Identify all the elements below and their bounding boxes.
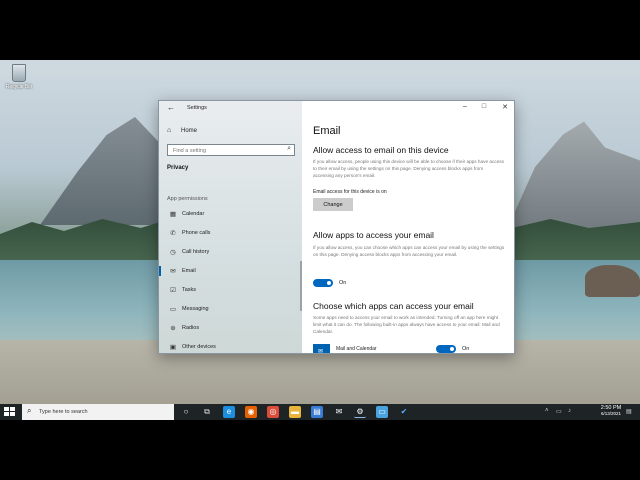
firefox-icon[interactable]: ◉ (245, 406, 257, 418)
device-access-status: Email access for this device is on (313, 189, 387, 195)
window-title: Settings (187, 105, 207, 111)
nav-item-label: Calendar (182, 211, 205, 217)
settings-content-pane: Email Allow access to email on this devi… (302, 101, 514, 353)
photos-icon[interactable]: ▭ (376, 406, 388, 418)
nav-item-other-devices[interactable]: ▣ Other devices (159, 338, 302, 353)
tasks-icon: ☑ (170, 287, 176, 294)
radio-icon: ⊛ (170, 325, 176, 332)
phone-icon: ✆ (170, 230, 176, 237)
cortana-icon[interactable]: ○ (180, 406, 192, 418)
nav-item-calendar[interactable]: ▦ Calendar (159, 205, 302, 223)
network-icon[interactable]: ▭ (556, 408, 562, 415)
nav-item-phone-calls[interactable]: ✆ Phone calls (159, 224, 302, 242)
minimize-icon[interactable]: – (455, 103, 475, 110)
start-button[interactable] (4, 407, 16, 417)
page-title: Email (313, 125, 341, 137)
search-icon: ⌕ (287, 145, 291, 152)
mail-calendar-toggle-label: On (462, 346, 470, 352)
nav-item-email[interactable]: ✉ Email (159, 262, 302, 280)
close-icon[interactable]: ✕ (495, 103, 514, 111)
section-heading-app-access: Allow apps to access your email (313, 230, 434, 240)
apps-access-toggle[interactable] (313, 279, 333, 287)
home-icon: ⌂ (167, 127, 172, 134)
recycle-bin-label: Recycle Bin (5, 84, 33, 90)
nav-item-label: Messaging (182, 306, 209, 312)
clock[interactable]: 2:50 PM 6/13/2021 (594, 405, 628, 416)
file-explorer-icon[interactable]: ▬ (289, 406, 301, 418)
apps-access-toggle-label: On (339, 280, 347, 286)
back-arrow-icon[interactable]: ← (167, 103, 175, 112)
mail-icon: ✉ (170, 268, 176, 275)
section-description-app-access: If you allow access, you can choose whic… (313, 245, 505, 257)
message-icon: ▭ (169, 306, 177, 313)
mail-calendar-app-icon: ✉ (313, 344, 330, 353)
nav-item-label: Tasks (182, 287, 197, 293)
store-icon[interactable]: ▤ (311, 406, 323, 418)
nav-item-label: Other devices (182, 344, 216, 350)
nav-item-radios[interactable]: ⊛ Radios (159, 319, 302, 337)
nav-item-tasks[interactable]: ☑ Tasks (159, 281, 302, 299)
nav-home-label: Home (181, 127, 198, 134)
maximize-icon[interactable]: □ (474, 103, 494, 110)
nav-item-label: Radios (182, 325, 200, 331)
taskbar: ⌕ Type here to search ○ ⧉ e ◉ ◎ ▬ ▤ ✉ ⚙ … (0, 404, 640, 420)
settings-search-input[interactable]: Find a setting ⌕ (167, 144, 295, 156)
nav-home[interactable]: ⌂ Home (167, 127, 197, 134)
nav-item-label: Call history (182, 249, 210, 255)
section-heading-device-access: Allow access to email on this device (313, 145, 449, 155)
recycle-bin-icon (12, 64, 26, 82)
nav-group-label: App permissions (167, 196, 208, 202)
app-name: Mail and Calendar (336, 346, 377, 352)
settings-nav-pane: ⌂ Home Find a setting ⌕ Privacy App perm… (159, 101, 302, 353)
nav-section-title: Privacy (167, 165, 189, 171)
section-heading-choose-apps: Choose which apps can access your email (313, 301, 474, 311)
clock-date: 6/13/2021 (600, 411, 622, 416)
windows-logo-icon (4, 407, 9, 411)
settings-gear-icon[interactable]: ⚙ (354, 406, 366, 418)
chrome-icon[interactable]: ◎ (267, 406, 279, 418)
chevron-up-icon[interactable]: ˄ (545, 408, 549, 414)
rock (585, 265, 640, 297)
task-view-icon[interactable]: ⧉ (201, 406, 213, 418)
devices-icon: ▣ (169, 344, 177, 351)
calendar-icon: ▦ (169, 211, 177, 218)
volume-icon[interactable]: ♪ (568, 408, 571, 414)
change-button[interactable]: Change (313, 198, 353, 211)
notification-icon[interactable]: ▤ (626, 408, 632, 415)
search-placeholder: Find a setting (173, 147, 207, 154)
nav-item-messaging[interactable]: ▭ Messaging (159, 300, 302, 318)
settings-window: ⌂ Home Find a setting ⌕ Privacy App perm… (158, 100, 515, 354)
nav-item-label: Email (182, 268, 196, 274)
nav-item-label: Phone calls (182, 230, 211, 236)
search-icon: ⌕ (27, 406, 32, 415)
mail-calendar-toggle[interactable] (436, 345, 456, 353)
taskbar-search-box[interactable]: ⌕ Type here to search (22, 404, 174, 420)
section-description-device-access: If you allow access, people using this d… (313, 159, 504, 178)
recycle-bin-shortcut[interactable]: Recycle Bin (4, 64, 34, 90)
section-description-choose-apps: Some apps need to access your email to w… (313, 315, 500, 334)
nav-item-call-history[interactable]: ◷ Call history (159, 243, 302, 261)
edge-icon[interactable]: e (223, 406, 235, 418)
app-pinned-icon[interactable]: ✔ (398, 406, 410, 418)
title-bar: ← Settings – □ ✕ (159, 101, 514, 117)
taskbar-search-placeholder: Type here to search (39, 408, 88, 415)
mail-icon[interactable]: ✉ (333, 406, 345, 418)
history-icon: ◷ (170, 249, 176, 256)
